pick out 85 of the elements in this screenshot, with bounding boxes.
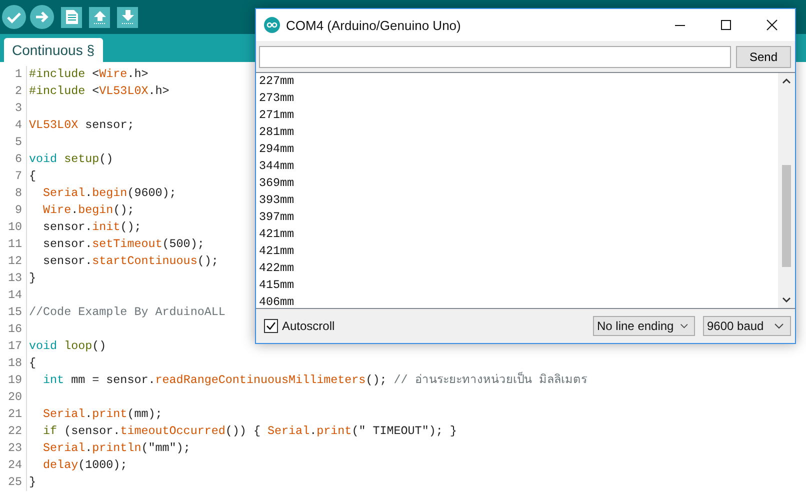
line-number: 9 (0, 202, 27, 219)
window-title: COM4 (Arduino/Genuino Uno) (286, 18, 461, 32)
code-line: sensor.init(); (42, 219, 142, 236)
line-number: 22 (0, 423, 27, 440)
save-button[interactable] (117, 6, 138, 28)
line-number: 8 (0, 185, 27, 202)
serial-output-line: 421mm (259, 226, 296, 243)
code-line: } (28, 474, 36, 491)
infinity-logo-icon (264, 17, 280, 33)
line-number: 25 (0, 474, 27, 491)
line-number: 7 (0, 168, 27, 185)
code-line: } (28, 270, 36, 287)
code-line: void setup() (28, 151, 114, 168)
autoscroll-checkbox[interactable] (264, 319, 278, 333)
chevron-down-icon (774, 323, 784, 329)
line-number: 2 (0, 83, 27, 100)
code-line: void loop() (28, 338, 106, 355)
code-line: //Code Example By ArduinoALL (28, 304, 226, 321)
line-number: 20 (0, 389, 27, 406)
send-button[interactable]: Send (736, 46, 791, 68)
scrollbar[interactable] (778, 73, 795, 308)
line-ending-dropdown[interactable]: No line ending (593, 316, 695, 336)
line-number: 4 (0, 117, 27, 134)
code-line: { (28, 355, 36, 372)
serial-output-line: 397mm (259, 209, 296, 226)
autoscroll-label: Autoscroll (282, 319, 335, 333)
line-number: 13 (0, 270, 27, 287)
input-field[interactable] (259, 46, 731, 68)
scrollbar-thumb[interactable] (782, 165, 791, 267)
code-line: #include <VL53L0X.h> (28, 83, 170, 100)
serial-output-line: 344mm (259, 158, 296, 175)
chevron-down-icon (680, 323, 688, 329)
code-line: Wire.begin(); (42, 202, 134, 219)
line-number: 21 (0, 406, 27, 423)
line-number: 15 (0, 304, 27, 321)
serial-output-line: 393mm (259, 192, 296, 209)
line-number: 11 (0, 236, 27, 253)
serial-output-line: 422mm (259, 260, 296, 277)
code-line: sensor.startContinuous(); (42, 253, 218, 270)
serial-output-line: 281mm (259, 124, 296, 141)
line-number: 17 (0, 338, 27, 355)
maximize-icon (720, 19, 732, 31)
scroll-up-icon[interactable] (782, 78, 791, 84)
scroll-down-icon[interactable] (782, 297, 791, 303)
code-line: int mm = sensor.readRangeContinuousMillimeters(); // อ่านระยะทางหน่วยเป็น มิลลิเมตร (42, 372, 587, 389)
line-number: 5 (0, 134, 27, 151)
verify-button[interactable] (2, 5, 26, 29)
line-number: 23 (0, 440, 27, 457)
serial-output-line: 369mm (259, 175, 296, 192)
serial-output-line: 294mm (259, 141, 296, 158)
code-line: sensor.setTimeout(500); (42, 236, 204, 253)
code-line: Serial.begin(9600); (42, 185, 176, 202)
line-number: 14 (0, 287, 27, 304)
serial-output-line: 227mm (259, 73, 296, 90)
serial-output-line: 273mm (259, 90, 296, 107)
code-line: Serial.println("mm"); (42, 440, 190, 457)
line-number: 24 (0, 457, 27, 474)
serial-output-line: 406mm (259, 294, 296, 308)
line-number: 18 (0, 355, 27, 372)
line-number: 19 (0, 372, 27, 389)
code-line: { (28, 168, 36, 185)
line-number: 16 (0, 321, 27, 338)
up-arrow-icon (92, 9, 108, 25)
open-button[interactable] (89, 6, 110, 28)
code-line: if (sensor.timeoutOccurred()) { Serial.print(" TIMEOUT"); } (42, 423, 457, 440)
serial-output-line: 415mm (259, 277, 296, 294)
line-number: 3 (0, 100, 27, 117)
down-arrow-icon (120, 9, 136, 25)
sketch-tab[interactable]: Continuous § (4, 38, 103, 62)
line-number: 12 (0, 253, 27, 270)
line-number: 10 (0, 219, 27, 236)
line-number: 1 (0, 66, 27, 83)
code-line: delay(1000); (42, 457, 128, 474)
baud-rate-dropdown[interactable]: 9600 baud (703, 316, 791, 336)
code-line: Serial.print(mm); (42, 406, 162, 423)
document-icon (64, 9, 78, 25)
serial-output-line: 421mm (259, 243, 296, 260)
code-line: VL53L0X sensor; (28, 117, 134, 134)
line-number: 6 (0, 151, 27, 168)
right-arrow-icon (34, 9, 50, 25)
new-button[interactable] (61, 6, 82, 28)
close-icon (766, 19, 778, 31)
upload-button[interactable] (30, 5, 54, 29)
serial-output-line: 271mm (259, 107, 296, 124)
code-line: #include <Wire.h> (28, 66, 148, 83)
